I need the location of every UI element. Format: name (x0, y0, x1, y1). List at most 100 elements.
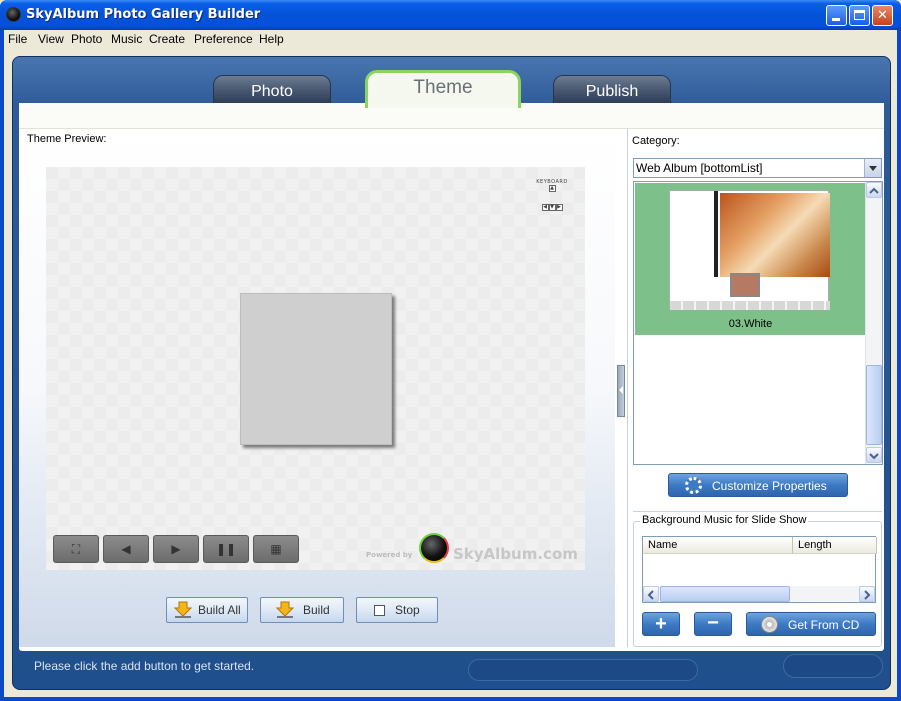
main-frame: Photo Publish Theme Preview: KEYBOARD ▲ … (12, 56, 891, 690)
maximize-icon (854, 10, 865, 20)
skyalbum-app-icon (6, 7, 21, 22)
status-panel (783, 654, 883, 678)
status-bar: Please click the add button to get start… (13, 651, 890, 689)
chevron-left-icon (647, 590, 654, 600)
app-window: SkyAlbum Photo Gallery Builder ✕ File Vi… (0, 0, 901, 701)
status-text: Please click the add button to get start… (34, 659, 255, 673)
scroll-up-button[interactable] (866, 182, 882, 198)
key-right-icon: ▶ (555, 204, 563, 211)
build-all-label: Build All (198, 603, 241, 617)
scroll-right-button[interactable] (859, 586, 875, 602)
thumbnails-button[interactable]: ▦ (253, 535, 299, 563)
title-bar[interactable]: SkyAlbum Photo Gallery Builder ✕ (0, 0, 901, 30)
column-header-length[interactable]: Length (793, 537, 877, 554)
key-down-icon: ▼ (548, 204, 556, 211)
build-button[interactable]: Build (260, 597, 344, 623)
tab-publish[interactable]: Publish (553, 75, 671, 106)
maximize-button[interactable] (849, 5, 870, 26)
powered-by-label: Powered by (366, 551, 413, 559)
fullscreen-icon: ⛶ (71, 542, 81, 556)
theme-selection-panel: Category: Web Album [bottomList] 03.Whit… (627, 129, 884, 647)
build-label: Build (303, 603, 330, 617)
fullscreen-button[interactable]: ⛶ (53, 535, 99, 563)
customize-properties-button[interactable]: Customize Properties (668, 473, 848, 497)
menu-music[interactable]: Music (111, 32, 142, 46)
cd-icon (761, 616, 778, 633)
collapse-arrow-icon (619, 386, 623, 394)
preview-photo-placeholder (240, 293, 392, 445)
panel-splitter[interactable] (617, 365, 625, 417)
client-area: Photo Publish Theme Preview: KEYBOARD ▲ … (4, 50, 897, 697)
chevron-down-icon (869, 453, 879, 460)
build-all-button[interactable]: Build All (166, 597, 248, 623)
skyalbum-logo-icon (419, 533, 449, 563)
theme-thumbnail (669, 190, 830, 310)
stop-button[interactable]: Stop (356, 597, 438, 623)
background-music-title: Background Music for Slide Show (640, 514, 809, 526)
skyalbum-brand: SkyAlbum.com (453, 545, 578, 563)
music-table-hscrollbar[interactable] (643, 586, 875, 602)
download-arrow-icon (174, 601, 192, 618)
minimize-button[interactable] (826, 5, 847, 26)
category-selected-value: Web Album [bottomList] (636, 161, 763, 175)
menu-file[interactable]: File (8, 32, 27, 46)
get-from-cd-label: Get From CD (788, 618, 860, 632)
menu-preference[interactable]: Preference (194, 32, 253, 46)
customize-properties-label: Customize Properties (712, 479, 827, 493)
remove-track-button[interactable]: − (694, 612, 732, 636)
theme-list-scrollbar[interactable] (865, 182, 882, 464)
key-up-icon: ▲ (548, 185, 556, 192)
tab-theme[interactable]: Theme (365, 70, 521, 108)
background-music-group: Background Music for Slide Show Name Len… (633, 514, 882, 647)
status-panel (468, 659, 698, 681)
chevron-right-icon (864, 590, 871, 600)
hscroll-thumb[interactable] (660, 586, 790, 602)
add-track-button[interactable]: + (642, 612, 680, 636)
scroll-left-button[interactable] (643, 586, 659, 602)
scroll-thumb[interactable] (866, 365, 882, 445)
pause-icon: ❚❚ (215, 542, 237, 556)
separator (633, 511, 882, 512)
theme-preview-label: Theme Preview: (27, 133, 107, 145)
menu-create[interactable]: Create (149, 32, 185, 46)
minimize-icon (832, 18, 840, 21)
menu-bar: File View Photo Music Create Preference … (4, 30, 897, 50)
previous-icon: ◀ (121, 542, 131, 556)
column-header-name[interactable]: Name (643, 537, 793, 554)
thumbnail-divider (714, 191, 718, 277)
window-title: SkyAlbum Photo Gallery Builder (26, 7, 261, 22)
chevron-up-icon (869, 187, 879, 194)
next-icon: ▶ (171, 542, 181, 556)
gear-icon (685, 477, 702, 494)
stop-icon (374, 605, 385, 616)
thumbnails-icon: ▦ (270, 542, 282, 556)
download-arrow-icon (276, 601, 294, 618)
tab-photo[interactable]: Photo (213, 75, 331, 106)
music-track-table[interactable]: Name Length (642, 536, 877, 603)
menu-photo[interactable]: Photo (71, 32, 102, 46)
close-icon: ✕ (877, 8, 888, 23)
plus-icon: + (655, 613, 667, 635)
close-button[interactable]: ✕ (872, 5, 893, 26)
key-left-icon: ◀ (541, 204, 549, 211)
thumbnail-photo (720, 193, 830, 277)
tab-content: Theme Preview: KEYBOARD ▲ ◀ ▼ ▶ ⛶ ◀ ▶ ❚❚… (19, 103, 884, 651)
theme-preview-area[interactable]: KEYBOARD ▲ ◀ ▼ ▶ ⛶ ◀ ▶ ❚❚ ▦ Powered by S… (46, 167, 585, 570)
scroll-down-button[interactable] (866, 447, 882, 463)
theme-item-03-white[interactable]: 03.White (635, 183, 866, 335)
stop-label: Stop (395, 603, 420, 617)
chevron-down-icon[interactable] (864, 159, 881, 177)
category-dropdown[interactable]: Web Album [bottomList] (633, 158, 882, 178)
theme-list[interactable]: 03.White (633, 181, 883, 465)
thumbnail-nav-bar (670, 301, 830, 310)
theme-item-label: 03.White (728, 318, 773, 330)
pause-button[interactable]: ❚❚ (203, 535, 249, 563)
menu-help[interactable]: Help (259, 32, 284, 46)
keyboard-hint: KEYBOARD ▲ ◀ ▼ ▶ (532, 179, 572, 223)
get-from-cd-button[interactable]: Get From CD (746, 612, 876, 636)
next-button[interactable]: ▶ (153, 535, 199, 563)
minus-icon: − (707, 612, 719, 634)
theme-preview-panel: Theme Preview: KEYBOARD ▲ ◀ ▼ ▶ ⛶ ◀ ▶ ❚❚… (19, 129, 615, 647)
menu-view[interactable]: View (38, 32, 64, 46)
previous-button[interactable]: ◀ (103, 535, 149, 563)
